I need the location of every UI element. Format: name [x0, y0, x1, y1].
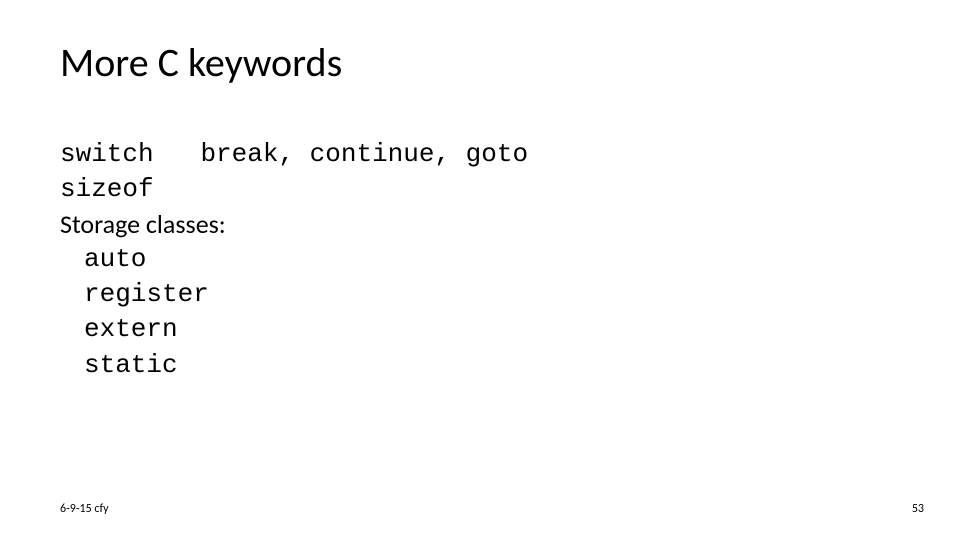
storage-classes-label: Storage classes: — [60, 207, 528, 242]
keyword-auto: auto — [60, 242, 528, 277]
body-line-1: switch break, continue, goto — [60, 135, 528, 172]
keyword-static: static — [60, 348, 528, 383]
slide-number: 53 — [912, 502, 924, 516]
slide-body: switch break, continue, goto sizeof Stor… — [60, 135, 528, 383]
keyword-switch: switch — [60, 139, 154, 169]
keyword-sizeof: sizeof — [60, 172, 528, 207]
spacer — [154, 139, 201, 169]
keyword-extern: extern — [60, 312, 528, 347]
keyword-register: register — [60, 277, 528, 312]
footer-date-author: 6-9-15 cfy — [60, 502, 109, 516]
slide-title: More C keywords — [60, 38, 342, 87]
keywords-break-continue-goto: break, continue, goto — [200, 139, 528, 169]
slide: More C keywords switch break, continue, … — [0, 0, 960, 540]
